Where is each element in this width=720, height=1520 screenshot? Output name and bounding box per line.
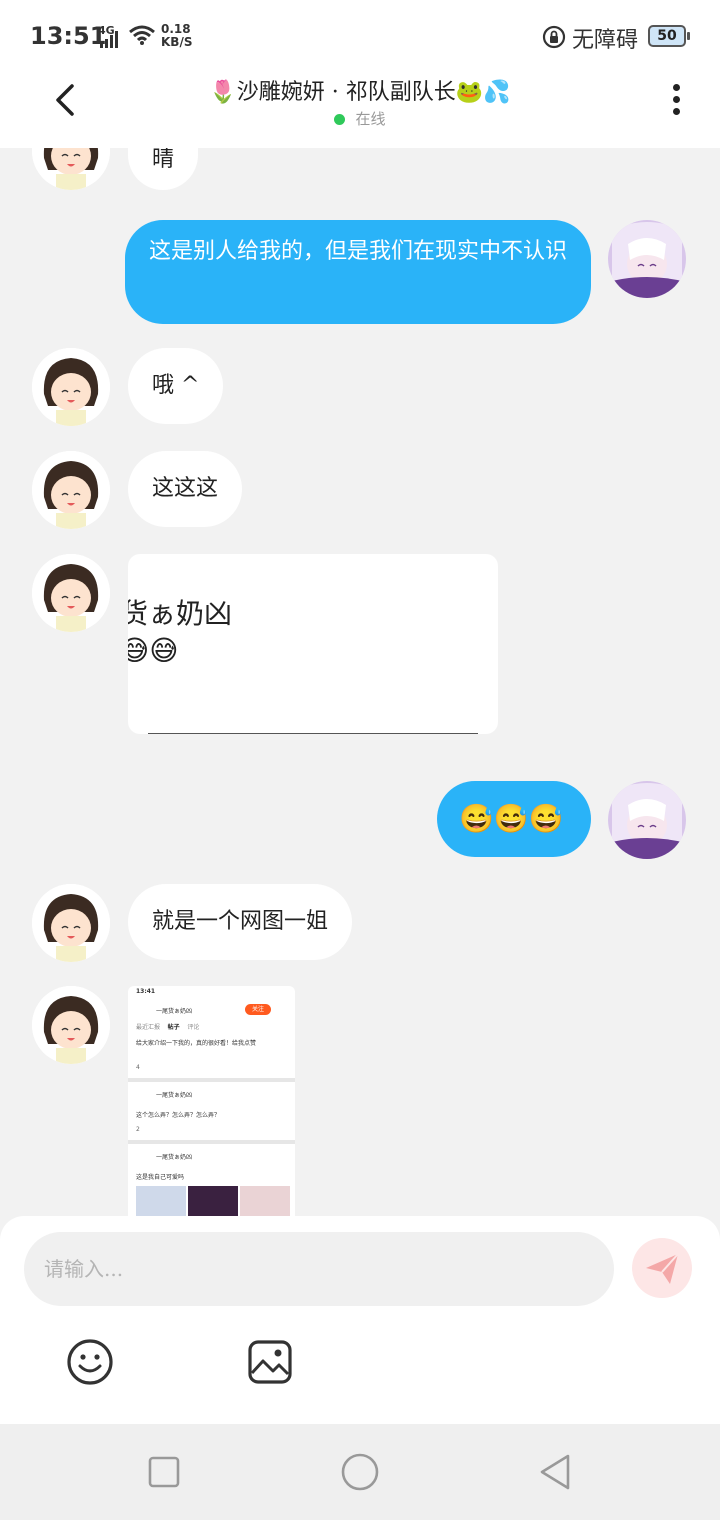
shot-follow-button: 关注 [245, 1004, 271, 1015]
shot-separator [128, 1078, 295, 1082]
online-dot-icon [334, 114, 346, 125]
shot-tab: 最近汇报 [136, 1024, 161, 1031]
shot-tab: 评论 [187, 1024, 200, 1031]
message-bubble[interactable]: 晴 [128, 148, 199, 190]
battery-icon: 50 [648, 25, 690, 47]
contact-avatar[interactable] [32, 884, 110, 962]
message-composer [0, 1216, 720, 1424]
shot-thumbnail [136, 1186, 186, 1216]
wifi-icon [129, 25, 155, 45]
card-subtitle: 😅😅 [128, 634, 179, 667]
send-icon [646, 1253, 679, 1284]
shot-thumbnail [240, 1186, 290, 1216]
navigation-bar [0, 1424, 720, 1520]
home-icon[interactable] [340, 1452, 380, 1492]
online-status: 在线 [0, 108, 720, 129]
card-title: 货ぁ奶凶 [128, 597, 233, 630]
shot-tab: 帖子 [167, 1024, 180, 1031]
contact-avatar[interactable] [32, 348, 110, 426]
signal-icon [100, 31, 118, 48]
shot-post-text: 这是我自己可爱吗 [136, 1174, 185, 1181]
chat-messages[interactable]: 晴 这是别人给我的，但是我们在现实中不认识 哦 ^ 这这这 货ぁ奶凶 😅😅 😅😅… [0, 148, 720, 1216]
accessibility-label: 无障碍 [572, 28, 639, 53]
shot-post-text: 给大家介绍一下我的，真的很好看！给我点赞 [136, 1040, 257, 1047]
message-bubble[interactable]: 😅😅😅 [437, 781, 591, 857]
shot-thumbnail [188, 1186, 238, 1216]
shot-post-author: 一尾货ぁ奶凶 [156, 1154, 193, 1161]
back-icon[interactable] [536, 1452, 576, 1492]
send-button[interactable] [632, 1238, 692, 1298]
my-avatar[interactable] [608, 220, 686, 298]
status-time: 13:51 [30, 22, 107, 50]
shot-post-likes: 2 [136, 1126, 140, 1133]
more-options-icon[interactable] [670, 84, 682, 120]
chat-header: 🌷沙雕婉妍 · 祁队副队长🐸💦 在线 [0, 72, 720, 148]
rotation-lock-icon [542, 25, 566, 49]
shot-post-text: 这个怎么弄？怎么弄？怎么弄？ [136, 1112, 221, 1119]
online-label: 在线 [355, 110, 386, 128]
message-bubble[interactable]: 就是一个网图一姐 [128, 884, 353, 960]
shot-time: 13:41 [136, 988, 156, 995]
image-icon[interactable] [245, 1337, 295, 1387]
contact-avatar[interactable] [32, 554, 110, 632]
shot-tabs: 最近汇报 帖子 评论 [136, 1022, 289, 1031]
contact-avatar[interactable] [32, 986, 110, 1064]
message-input[interactable] [24, 1232, 614, 1306]
recent-apps-icon[interactable] [144, 1452, 184, 1492]
message-bubble[interactable]: 哦 ^ [128, 348, 224, 424]
shot-post-author: 一尾货ぁ奶凶 [156, 1092, 193, 1099]
network-speed: 0.18 KB/S [161, 23, 192, 49]
chat-title: 🌷沙雕婉妍 · 祁队副队长🐸💦 [209, 80, 511, 105]
battery-level: 50 [657, 28, 677, 44]
shared-card-message[interactable]: 货ぁ奶凶 😅😅 [128, 554, 498, 734]
contact-avatar[interactable] [32, 451, 110, 529]
message-bubble[interactable]: 这是别人给我的，但是我们在现实中不认识 [125, 220, 591, 324]
contact-avatar[interactable] [32, 148, 110, 190]
message-bubble[interactable]: 这这这 [128, 451, 243, 527]
image-message[interactable]: 13:41 一尾货ぁ奶凶 关注 最近汇报 帖子 评论 给大家介绍一下我的，真的很… [128, 986, 295, 1216]
shot-post-likes: 4 [136, 1064, 140, 1071]
status-bar: 13:51 4G 0.18 KB/S 无障碍 50 [0, 0, 720, 72]
emoji-icon[interactable] [65, 1337, 115, 1387]
card-divider [148, 733, 478, 734]
my-avatar[interactable] [608, 781, 686, 859]
speed-unit: KB/S [161, 35, 193, 49]
shot-separator [128, 1140, 295, 1144]
